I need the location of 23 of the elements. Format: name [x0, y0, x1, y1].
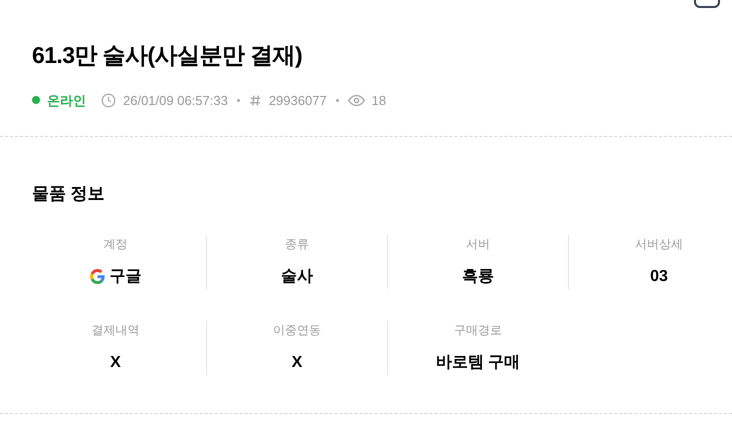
post-number: 29936077	[268, 92, 327, 110]
status-label: 온라인	[47, 92, 86, 110]
field-value: X	[110, 352, 121, 372]
post-title: 61.3만 술사(사실분만 결재)	[32, 41, 304, 70]
field-value: 흑룡	[462, 266, 494, 286]
field-label: 계정	[104, 236, 128, 252]
field-value: 03	[650, 266, 668, 286]
field-value: 구글	[110, 266, 142, 286]
field-label: 결제내역	[92, 322, 140, 338]
field-value: 바로템 구매	[436, 352, 520, 372]
field-label: 서버상세	[635, 236, 683, 252]
clock-icon	[101, 92, 116, 108]
field-label: 이중연동	[273, 322, 321, 338]
section-title: 물품 정보	[32, 183, 106, 205]
view-count: 18	[372, 92, 386, 110]
field-value: 술사	[281, 266, 313, 286]
field-value: X	[292, 352, 302, 372]
post-datetime: 26/01/09 06:57:33	[123, 92, 228, 110]
hash-icon	[248, 94, 262, 107]
google-icon	[90, 269, 104, 284]
field-label: 구매경로	[454, 322, 502, 338]
field-label: 종류	[285, 236, 309, 252]
field-label: 서버	[466, 236, 490, 252]
